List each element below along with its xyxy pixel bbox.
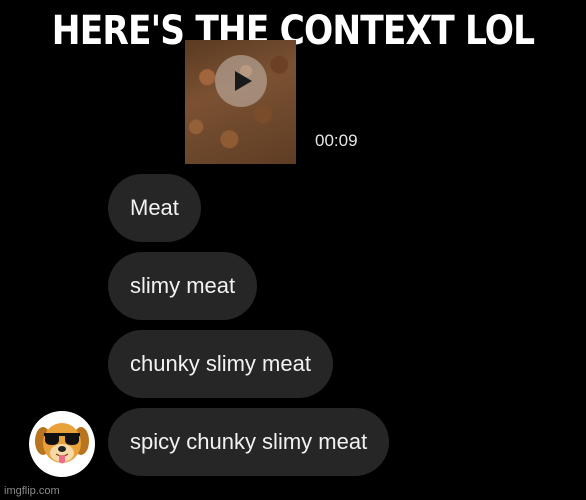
message-text: slimy meat: [130, 273, 236, 298]
watermark: imgflip.com: [4, 485, 60, 497]
message-text: Meat: [130, 195, 179, 220]
play-icon: [235, 71, 252, 91]
message-text: chunky slimy meat: [130, 351, 311, 376]
play-button[interactable]: [215, 55, 267, 107]
message-bubble[interactable]: spicy chunky slimy meat: [108, 408, 390, 476]
sender-avatar[interactable]: [29, 411, 95, 477]
dog-sunglasses-icon: [35, 423, 89, 464]
message-bubble[interactable]: slimy meat: [108, 252, 258, 320]
message-bubble[interactable]: Meat: [108, 174, 201, 242]
message-text: spicy chunky slimy meat: [130, 429, 368, 454]
message-bubble[interactable]: chunky slimy meat: [108, 330, 333, 398]
video-duration: 00:09: [315, 131, 358, 150]
